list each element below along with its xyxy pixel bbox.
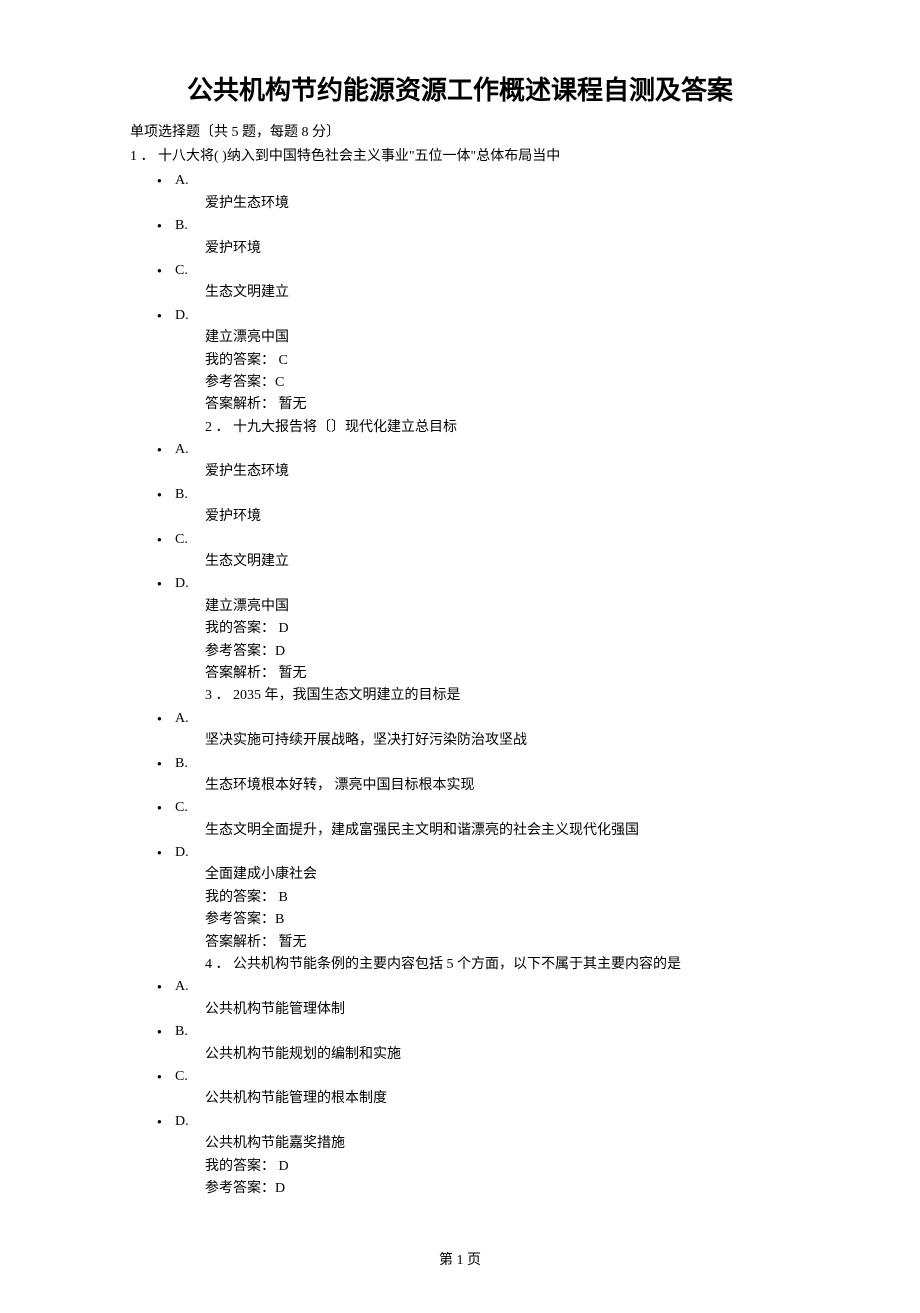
- section-header: 单项选择题〔共 5 题，每题 8 分〕: [130, 122, 790, 144]
- option-d-text: 建立漂亮中国: [175, 596, 790, 618]
- option-a: A. 爱护生态环境: [175, 439, 790, 484]
- option-b: B. 爱护环境: [175, 215, 790, 260]
- reference-answer: 参考答案：B: [205, 909, 790, 931]
- option-b-letter: B.: [175, 753, 790, 775]
- option-c: C. 生态文明建立: [175, 529, 790, 574]
- option-c: C. 生态文明全面提升，建成富强民主文明和谐漂亮的社会主义现代化强国: [175, 797, 790, 842]
- option-d-text: 公共机构节能嘉奖措施: [175, 1133, 790, 1155]
- option-a: A. 坚决实施可持续开展战略，坚决打好污染防治攻坚战: [175, 708, 790, 753]
- option-d: D. 建立漂亮中国 我的答案： C 参考答案：C 答案解析： 暂无 2 ． 十九…: [175, 305, 790, 439]
- option-d-letter: D.: [175, 305, 790, 327]
- option-a-text: 爱护生态环境: [175, 461, 790, 483]
- my-answer: 我的答案： C: [205, 350, 790, 372]
- question-2-prompt: 2 ． 十九大报告将〔〕现代化建立总目标: [175, 417, 790, 439]
- option-c-letter: C.: [175, 1066, 790, 1088]
- question-4-prompt: 4 ． 公共机构节能条例的主要内容包括 5 个方面，以下不属于其主要内容的是: [175, 954, 790, 976]
- document-title: 公共机构节约能源资源工作概述课程自测及答案: [130, 70, 790, 112]
- option-a-text: 公共机构节能管理体制: [175, 999, 790, 1021]
- option-d-text: 建立漂亮中国: [175, 327, 790, 349]
- option-d-letter: D.: [175, 573, 790, 595]
- my-answer: 我的答案： B: [205, 887, 790, 909]
- option-b-letter: B.: [175, 1021, 790, 1043]
- option-a-text: 爱护生态环境: [175, 193, 790, 215]
- reference-answer: 参考答案：D: [205, 641, 790, 663]
- option-b-text: 爱护环境: [175, 238, 790, 260]
- option-b: B. 公共机构节能规划的编制和实施: [175, 1021, 790, 1066]
- option-c-text: 生态文明建立: [175, 282, 790, 304]
- option-b-text: 公共机构节能规划的编制和实施: [175, 1044, 790, 1066]
- option-b: B. 爱护环境: [175, 484, 790, 529]
- option-a: A. 公共机构节能管理体制: [175, 976, 790, 1021]
- option-d: D. 公共机构节能嘉奖措施 我的答案： D 参考答案：D: [175, 1111, 790, 1201]
- option-c-text: 生态文明全面提升，建成富强民主文明和谐漂亮的社会主义现代化强国: [175, 820, 790, 842]
- option-a-text: 坚决实施可持续开展战略，坚决打好污染防治攻坚战: [175, 730, 790, 752]
- option-d: D. 全面建成小康社会 我的答案： B 参考答案：B 答案解析： 暂无 4 ． …: [175, 842, 790, 976]
- option-b-letter: B.: [175, 484, 790, 506]
- question-3-prompt: 3 ． 2035 年，我国生态文明建立的目标是: [175, 685, 790, 707]
- option-c-text: 公共机构节能管理的根本制度: [175, 1088, 790, 1110]
- option-a-letter: A.: [175, 976, 790, 998]
- question-1-options: A. 爱护生态环境 B. 爱护环境 C. 生态文明建立 D. 建立漂亮中国 我的…: [130, 170, 790, 1200]
- page-footer: 第 1 页: [130, 1250, 790, 1272]
- answer-analysis: 答案解析： 暂无: [205, 394, 790, 416]
- option-d: D. 建立漂亮中国 我的答案： D 参考答案：D 答案解析： 暂无 3 ． 20…: [175, 573, 790, 707]
- option-d-text: 全面建成小康社会: [175, 864, 790, 886]
- option-b: B. 生态环境根本好转， 漂亮中国目标根本实现: [175, 753, 790, 798]
- my-answer: 我的答案： D: [205, 1156, 790, 1178]
- option-d-letter: D.: [175, 1111, 790, 1133]
- reference-answer: 参考答案：C: [205, 372, 790, 394]
- option-c-letter: C.: [175, 260, 790, 282]
- option-c: C. 生态文明建立: [175, 260, 790, 305]
- reference-answer: 参考答案：D: [205, 1178, 790, 1200]
- option-a-letter: A.: [175, 439, 790, 461]
- answer-analysis: 答案解析： 暂无: [205, 663, 790, 685]
- answer-analysis: 答案解析： 暂无: [205, 932, 790, 954]
- option-c-letter: C.: [175, 797, 790, 819]
- option-a: A. 爱护生态环境: [175, 170, 790, 215]
- option-b-text: 爱护环境: [175, 506, 790, 528]
- option-a-letter: A.: [175, 170, 790, 192]
- option-a-letter: A.: [175, 708, 790, 730]
- option-d-letter: D.: [175, 842, 790, 864]
- option-b-letter: B.: [175, 215, 790, 237]
- option-c: C. 公共机构节能管理的根本制度: [175, 1066, 790, 1111]
- option-c-letter: C.: [175, 529, 790, 551]
- option-b-text: 生态环境根本好转， 漂亮中国目标根本实现: [175, 775, 790, 797]
- question-1-prompt: 1 ． 十八大将( )纳入到中国特色社会主义事业"五位一体"总体布局当中: [130, 146, 790, 168]
- my-answer: 我的答案： D: [205, 618, 790, 640]
- option-c-text: 生态文明建立: [175, 551, 790, 573]
